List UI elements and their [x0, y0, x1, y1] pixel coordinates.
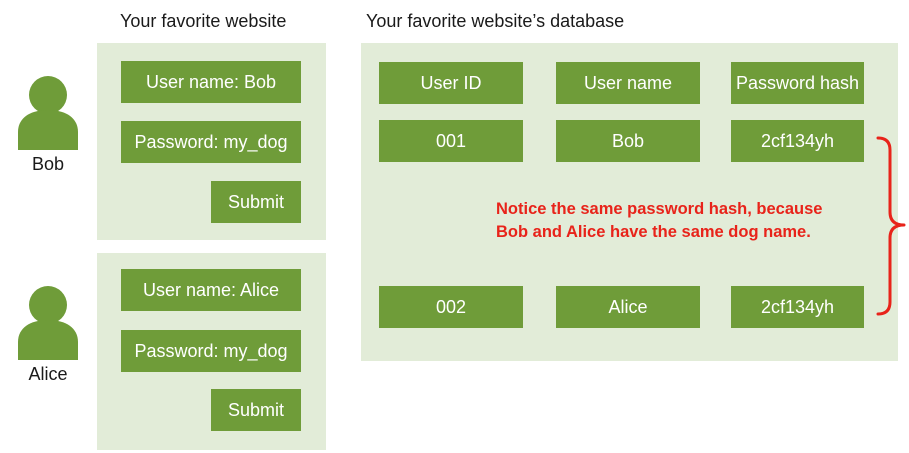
bob-username-field[interactable]: User name: Bob [121, 61, 301, 103]
person-silhouette-icon [18, 76, 78, 150]
bob-submit-button[interactable]: Submit [211, 181, 301, 223]
database-heading: Your favorite website’s database [366, 11, 625, 31]
column-header-password-hash: Password hash [731, 62, 864, 104]
bob-avatar [8, 70, 88, 150]
column-header-user-id: User ID [379, 62, 523, 104]
database-panel: User ID User name Password hash 001 Bob … [361, 43, 898, 361]
alice-login-panel: User name: Alice Password: my_dog Submit [97, 253, 326, 450]
alice-submit-button[interactable]: Submit [211, 389, 301, 431]
person-silhouette-icon [18, 286, 78, 360]
table-cell-user-id: 001 [379, 120, 523, 162]
note-line-2: Bob and Alice have the same dog name. [496, 223, 811, 241]
alice-avatar [8, 280, 88, 360]
alice-label: Alice [28, 364, 68, 384]
alice-password-field[interactable]: Password: my_dog [121, 330, 301, 372]
right-curly-brace-icon [876, 136, 906, 316]
table-cell-password-hash: 2cf134yh [731, 120, 864, 162]
bob-label: Bob [31, 154, 65, 174]
bob-password-field[interactable]: Password: my_dog [121, 121, 301, 163]
alice-username-field[interactable]: User name: Alice [121, 269, 301, 311]
table-cell-user-name: Bob [556, 120, 700, 162]
table-cell-user-id: 002 [379, 286, 523, 328]
table-cell-user-name: Alice [556, 286, 700, 328]
bob-login-panel: User name: Bob Password: my_dog Submit [97, 43, 326, 240]
website-heading: Your favorite website [120, 11, 287, 31]
note-text: Notice the same password hash, because B… [496, 198, 822, 244]
table-cell-password-hash: 2cf134yh [731, 286, 864, 328]
note-line-1: Notice the same password hash, because [496, 200, 823, 218]
column-header-user-name: User name [556, 62, 700, 104]
